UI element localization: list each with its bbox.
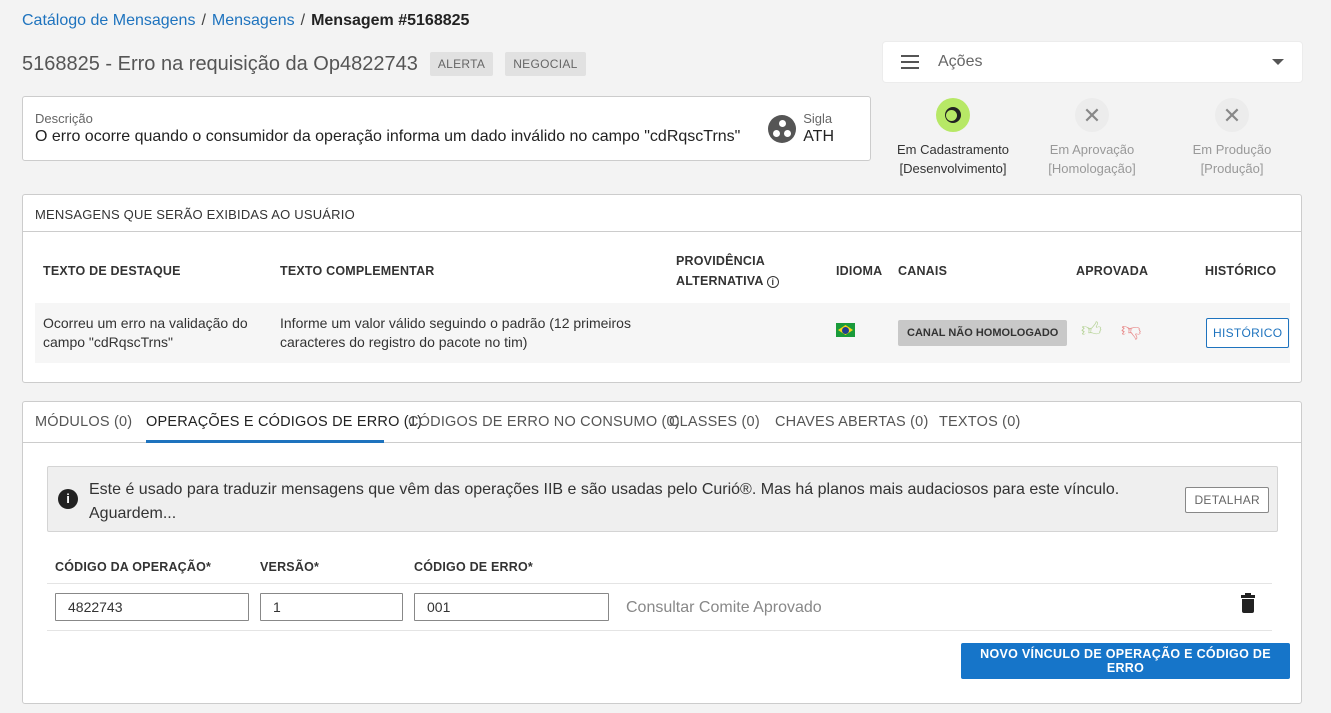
sigla-value: ATH — [803, 128, 834, 145]
col-providencia-line2: ALTERNATIVA i — [676, 271, 779, 291]
breadcrumb: Catálogo de Mensagens / Mensagens / Mens… — [22, 12, 469, 30]
col-providencia-line1: PROVIDÊNCIA — [676, 254, 766, 268]
col-providencia-label: ALTERNATIVA — [676, 274, 764, 288]
detalhar-button[interactable]: DETALHAR — [1185, 487, 1269, 513]
historico-button[interactable]: HISTÓRICO — [1206, 318, 1290, 348]
table-row: Ocorreu um erro na validação do campo "c… — [35, 303, 1290, 363]
divider — [47, 630, 1272, 631]
info-alert: i Este é usado para traduzir mensagens q… — [47, 466, 1278, 532]
title-row: 5168825 - Erro na requisição da Op482274… — [22, 52, 586, 76]
col-texto-destaque: TEXTO DE DESTAQUE — [43, 264, 181, 278]
status-line1: Em Produção — [1192, 142, 1272, 157]
brazil-flag-icon — [836, 323, 855, 337]
page-title: 5168825 - Erro na requisição da Op482274… — [22, 52, 418, 75]
canal-status-badge: CANAL NÃO HOMOLOGADO — [898, 320, 1068, 346]
tab-chaves-abertas[interactable]: CHAVES ABERTAS (0) — [775, 414, 928, 430]
messages-card: MENSAGENS QUE SERÃO EXIBIDAS AO USUÁRIO … — [22, 194, 1302, 383]
novo-vinculo-button[interactable]: NOVO VÍNCULO DE OPERAÇÃO E CÓDIGO DE ERR… — [961, 643, 1290, 679]
tab-bar: MÓDULOS (0) OPERAÇÕES E CÓDIGOS DE ERRO … — [23, 402, 1301, 443]
label-codigo-operacao: CÓDIGO DA OPERAÇÃO* — [55, 560, 212, 574]
cell-texto-destaque: Ocorreu um erro na validação do campo "c… — [43, 315, 248, 350]
trash-icon[interactable] — [1241, 593, 1255, 613]
col-idioma: IDIOMA — [836, 264, 883, 278]
messages-header: MENSAGENS QUE SERÃO EXIBIDAS AO USUÁRIO — [23, 195, 1301, 232]
cell-texto-complementar: Informe um valor válido seguindo o padrã… — [280, 315, 631, 350]
thumbs-down-icon[interactable]: 👎︎ — [1121, 318, 1141, 342]
col-historico: HISTÓRICO — [1205, 264, 1277, 278]
col-texto-complementar: TEXTO COMPLEMENTAR — [280, 264, 435, 278]
col-canais: CANAIS — [898, 264, 948, 278]
label-versao: VERSÃO* — [260, 560, 320, 574]
tab-classes[interactable]: CLASSES (0) — [669, 414, 760, 430]
info-icon[interactable]: i — [766, 276, 779, 288]
close-icon: ✕ — [1215, 98, 1249, 132]
col-providencia: PROVIDÊNCIA ALTERNATIVA i — [676, 251, 779, 291]
moon-icon — [945, 107, 961, 123]
status-em-cadastramento: Em Cadastramento [Desenvolvimento] — [888, 98, 1018, 178]
label-codigo-erro: CÓDIGO DE ERRO* — [414, 560, 533, 574]
sigla: Sigla ATH — [803, 111, 834, 146]
breadcrumb-link-catalogo[interactable]: Catálogo de Mensagens — [22, 12, 195, 30]
tag-alerta: ALERTA — [429, 52, 494, 76]
divider — [47, 583, 1272, 584]
col-aprovada: APROVADA — [1076, 264, 1149, 278]
tabs-card: MÓDULOS (0) OPERAÇÕES E CÓDIGOS DE ERRO … — [22, 401, 1302, 704]
sigla-label: Sigla — [803, 111, 833, 126]
tag-negocial: NEGOCIAL — [505, 52, 586, 76]
breadcrumb-link-mensagens[interactable]: Mensagens — [212, 12, 295, 30]
codigo-erro-input[interactable]: 001 — [414, 593, 609, 621]
menu-icon — [901, 55, 919, 69]
tab-modulos[interactable]: MÓDULOS (0) — [35, 414, 132, 430]
breadcrumb-separator: / — [300, 12, 306, 29]
description-card: Descrição O erro ocorre quando o consumi… — [22, 96, 871, 161]
tab-textos[interactable]: TEXTOS (0) — [939, 414, 1021, 430]
thumbs-up-icon[interactable]: 👍︎ — [1081, 318, 1102, 342]
active-tab-indicator — [146, 440, 384, 443]
acoes-label: Ações — [938, 53, 983, 70]
status-em-producao: ✕ Em Produção [Produção] — [1167, 98, 1297, 178]
acoes-dropdown[interactable]: Ações — [883, 42, 1302, 82]
sigla-icon — [768, 115, 796, 143]
description-value: O erro ocorre quando o consumidor da ope… — [35, 128, 741, 145]
close-icon: ✕ — [1075, 98, 1109, 132]
status-line2: [Produção] — [1200, 161, 1264, 176]
status-circle — [936, 98, 970, 132]
tab-codigos-erro-consumo[interactable]: CÓDIGOS DE ERRO NO CONSUMO (0) — [408, 414, 680, 430]
consultar-comite-link[interactable]: Consultar Comite Aprovado — [626, 599, 822, 617]
breadcrumb-current: Mensagem #5168825 — [311, 12, 470, 29]
breadcrumb-separator: / — [201, 12, 206, 29]
description-label: Descrição — [35, 111, 93, 126]
versao-input[interactable]: 1 — [260, 593, 403, 621]
tab-operacoes-codigos-erro[interactable]: OPERAÇÕES E CÓDIGOS DE ERRO (1) — [146, 414, 422, 430]
status-line2: [Homologação] — [1048, 161, 1136, 176]
status-line1: Em Cadastramento — [897, 142, 1009, 157]
status-line1: Em Aprovação — [1049, 142, 1135, 157]
alert-text: Este é usado para traduzir mensagens que… — [89, 481, 1120, 522]
codigo-operacao-input[interactable]: 4822743 — [55, 593, 249, 621]
status-line2: [Desenvolvimento] — [899, 161, 1007, 176]
caret-down-icon — [1272, 59, 1284, 65]
info-icon: i — [58, 489, 78, 509]
status-em-aprovacao: ✕ Em Aprovação [Homologação] — [1027, 98, 1157, 178]
